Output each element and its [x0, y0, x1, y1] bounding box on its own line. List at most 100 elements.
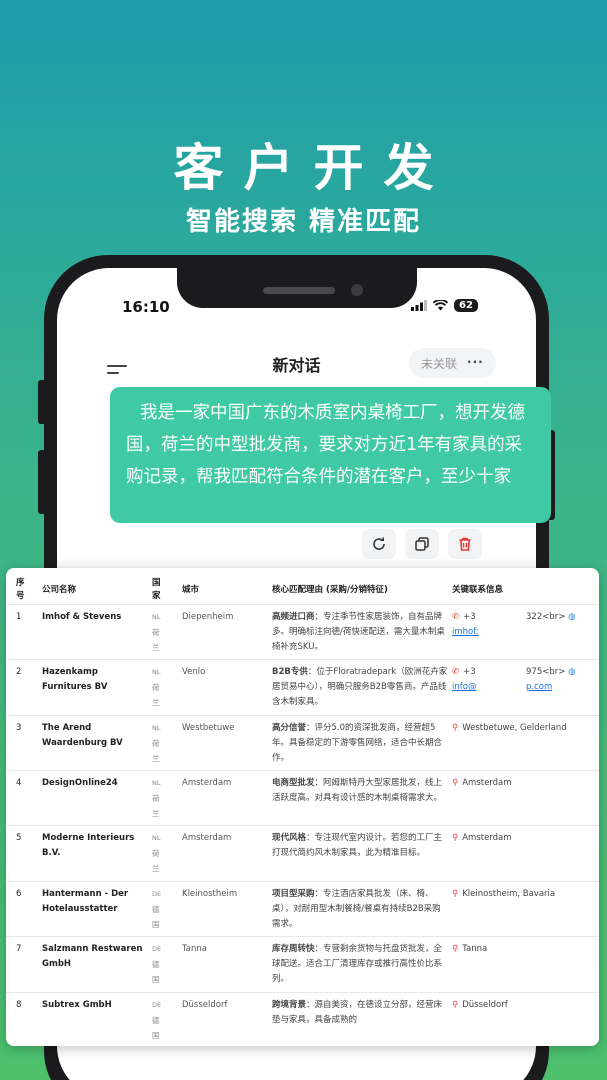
signal-icon [411, 300, 427, 311]
company-name: Moderne Interieurs B.V. [42, 833, 135, 858]
country-cell: NL 荷兰 [152, 831, 166, 876]
country-cell: NL 荷兰 [152, 776, 166, 821]
city-name: Tanna [182, 944, 207, 954]
reason-tag: 高分信誉 [272, 723, 307, 733]
match-reason: 高分信誉：评分5.0的资深批发商，经营超5年。具备稳定的下游零售网络，适合中长期… [272, 721, 448, 769]
country-cell: DE 德国 [152, 887, 166, 932]
country-cell: DE 德国 [152, 942, 166, 987]
row-number: 6 [16, 889, 22, 899]
reason-tag: 库存周转快 [272, 944, 315, 954]
delete-button[interactable] [448, 529, 482, 559]
company-name: The Arend Waardenburg BV [42, 723, 123, 748]
company-name: Imhof & Stevens [42, 612, 122, 622]
city-name: Düsseldorf [182, 1000, 228, 1010]
table-row[interactable]: 3 The Arend Waardenburg BV NL 荷兰 Westbetuwe 高… [6, 715, 599, 771]
table-row[interactable]: 4 DesignOnline24 NL 荷兰 Amsterdam 电商型批发：阿姆斯特丹大… [6, 770, 599, 826]
contact-extra-line: 975<br> ◍ [526, 665, 592, 680]
pin-icon: ⚲ [452, 889, 459, 899]
table-row[interactable]: 8 Subtrex GmbH DE 德国 Düsseldorf 跨境背景：源自美资，在德设… [6, 992, 599, 1046]
contact-extra: 322<br> ◍ [526, 610, 592, 640]
country-cell: NL 荷兰 [152, 665, 166, 710]
phone-number: +3 [463, 667, 476, 677]
hero-title: 客户开发 [173, 139, 454, 197]
row-number: 5 [16, 833, 22, 843]
company-name: Hazenkamp Furnitures BV [42, 667, 108, 692]
country-cell: NL 荷兰 [152, 721, 166, 766]
speaker-grille [263, 287, 335, 294]
country-name: 德国 [152, 960, 160, 984]
pin-icon: ⚲ [452, 723, 459, 733]
results-table: 序号 公司名称 国家 城市 核心匹配理由 (采购/分销特征) 关键联系信息 1I… [6, 568, 599, 1046]
link-status-button[interactable]: 未关联 ··· [409, 348, 496, 378]
company-name: Subtrex GmbH [42, 1000, 112, 1010]
pin-icon: ⚲ [452, 944, 459, 954]
match-reason: 现代风格：专注现代室内设计。若您的工厂主打现代简约风木制家具，此为精准目标。 [272, 831, 448, 879]
battery-indicator: 62 [454, 299, 478, 312]
status-time: 16:10 [122, 298, 170, 316]
contact-location: Düsseldorf [462, 1000, 508, 1010]
contact-info: ⚲ Amsterdam [452, 831, 596, 846]
copy-icon [415, 537, 429, 551]
reason-tag: 跨境背景 [272, 1000, 307, 1010]
phone-icon: ✆ [452, 612, 460, 622]
contact-info: ✆ +3 imhof: 322<br> ◍ [452, 610, 596, 640]
copy-button[interactable] [405, 529, 439, 559]
hero-subtitle: 智能搜索 精准匹配 [185, 207, 422, 237]
email-link[interactable]: imhof: [452, 625, 526, 640]
row-number: 8 [16, 1000, 22, 1010]
table-row[interactable]: 2 Hazenkamp Furnitures BV NL 荷兰 Venlo B2B专供：位… [6, 659, 599, 715]
contact-extra: 975<br> ◍ p.com [526, 665, 592, 695]
website-link[interactable]: p.com [526, 680, 592, 695]
camera-dot [351, 284, 363, 296]
table-row[interactable]: 7 Salzmann Restwaren GmbH DE 德国 Tanna 库存周转快：专… [6, 936, 599, 992]
contact-info: ⚲ Düsseldorf [452, 998, 596, 1013]
country-code: NL [152, 779, 161, 787]
contact-line: ✆ +3 [452, 665, 526, 680]
more-icon[interactable]: ··· [467, 355, 484, 371]
contact-phone: ✆ +3 info@ [452, 665, 526, 695]
match-reason: 高频进口商：专注季节性家居装饰，自有品牌多。明确标注向德/荷快速配送，需大量木制… [272, 610, 448, 658]
row-number: 7 [16, 944, 22, 954]
refresh-button[interactable] [362, 529, 396, 559]
country-name: 荷兰 [152, 794, 160, 818]
dynamic-island [177, 268, 417, 308]
reason-tag: 项目型采购 [272, 889, 315, 899]
refresh-icon [373, 537, 385, 550]
match-reason: B2B专供：位于Floratradepark（欧洲花卉家居贸易中心），明确只服务… [272, 665, 448, 713]
country-code: NL [152, 834, 161, 842]
globe-icon: ◍ [568, 612, 576, 622]
country-name: 荷兰 [152, 628, 160, 652]
user-message-bubble: 我是一家中国广东的木质室内桌椅工厂，想开发德国，荷兰的中型批发商，要求对方近1年… [110, 387, 551, 523]
match-reason: 库存周转快：专营剩余货物与托盘货批发，全球配送。适合工厂清理库存或推行高性价比系… [272, 942, 448, 990]
contact-phone: ✆ +3 imhof: [452, 610, 526, 640]
company-name: DesignOnline24 [42, 778, 118, 788]
pin-icon: ⚲ [452, 778, 459, 788]
contact-info: ⚲ Amsterdam [452, 776, 596, 791]
contact-location: Tanna [462, 944, 488, 954]
contact-location: Kleinostheim, Bavaria [462, 889, 556, 899]
country-code: NL [152, 668, 161, 676]
pin-icon: ⚲ [452, 1000, 459, 1010]
table-row[interactable]: 5 Moderne Interieurs B.V. NL 荷兰 Amsterdam 现代风… [6, 825, 599, 881]
country-cell: NL 荷兰 [152, 610, 166, 655]
globe-icon: ◍ [568, 667, 576, 677]
country-code: DE [152, 945, 162, 953]
row-number: 3 [16, 723, 22, 733]
phone-icon: ✆ [452, 667, 460, 677]
contact-extra-text: 322<br> [526, 612, 569, 622]
table-row[interactable]: 6 Hantermann - Der Hotelausstatter DE 德国 Kle… [6, 881, 599, 937]
country-name: 德国 [152, 905, 160, 929]
reason-tag: 高频进口商 [272, 612, 315, 622]
link-status-label: 未关联 [421, 357, 458, 371]
contact-info: ⚲ Westbetuwe, Gelderland [452, 721, 596, 736]
city-name: Venlo [182, 667, 206, 677]
city-name: Kleinostheim [182, 889, 238, 899]
contact-info: ⚲ Tanna [452, 942, 596, 957]
country-code: DE [152, 890, 162, 898]
table-row[interactable]: 1 Imhof & Stevens NL 荷兰 Diepenheim 高频进口商：专注季节… [6, 604, 599, 660]
row-number: 1 [16, 612, 22, 622]
email-link[interactable]: info@ [452, 680, 526, 695]
country-name: 荷兰 [152, 739, 160, 763]
country-name: 荷兰 [152, 683, 160, 707]
country-name: 荷兰 [152, 849, 160, 873]
